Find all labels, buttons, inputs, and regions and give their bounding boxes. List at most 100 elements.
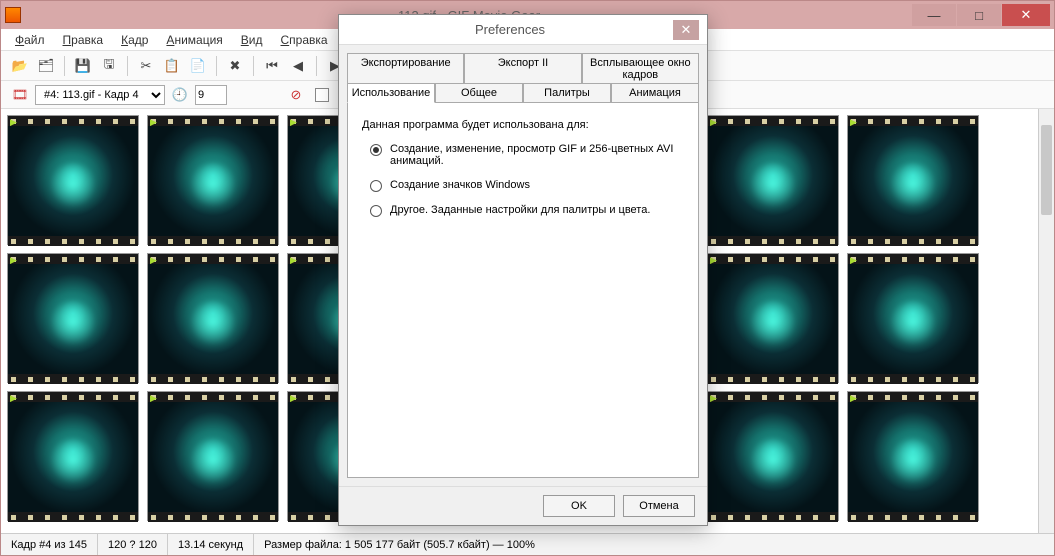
vertical-scrollbar[interactable] (1038, 109, 1054, 533)
menu-animation[interactable]: Анимация (158, 31, 230, 49)
radio-other[interactable]: Другое. Заданные настройки для палитры и… (362, 204, 684, 217)
radio-gif-avi[interactable]: Создание, изменение, просмотр GIF и 256-… (362, 143, 684, 167)
status-filesize: Размер файла: 1 505 177 байт (505.7 кбай… (254, 534, 1054, 555)
cut-icon: ✂ (141, 58, 152, 74)
dialog-title: Preferences (347, 22, 673, 37)
save-button[interactable]: 💾 (72, 55, 94, 77)
close-button[interactable]: ✕ (1002, 4, 1050, 26)
thumb-image (708, 402, 838, 512)
frame-thumb[interactable]: ▶ (7, 115, 139, 245)
thumb-image (8, 402, 138, 512)
thumb-image (148, 264, 278, 374)
separator (64, 56, 65, 76)
dialog-titlebar[interactable]: Preferences ✕ (339, 15, 707, 45)
tab-panel-usage: Данная программа будет использована для:… (347, 102, 699, 478)
thumb-image (148, 402, 278, 512)
separator (253, 56, 254, 76)
tab-export[interactable]: Экспортирование (347, 53, 464, 84)
delete-icon: ✖ (230, 58, 241, 74)
frame-thumb[interactable]: ▶ (847, 253, 979, 383)
thumb-image (848, 402, 978, 512)
cancel-button[interactable]: Отмена (623, 495, 695, 517)
dialog-buttons: OK Отмена (339, 486, 707, 525)
thumb-image (8, 126, 138, 236)
status-frame: Кадр #4 из 145 (1, 534, 98, 555)
maximize-button[interactable]: □ (957, 4, 1001, 26)
radio-icons[interactable]: Создание значков Windows (362, 179, 684, 192)
frame-thumb[interactable]: ▶ (707, 253, 839, 383)
frame-thumb[interactable]: ▶ (707, 115, 839, 245)
tab-popup[interactable]: Всплывающее окно кадров (582, 53, 699, 84)
radio-icon (370, 144, 382, 156)
saveas-icon: 🖫 (103, 55, 114, 77)
tab-general[interactable]: Общее (435, 83, 523, 103)
radio-icon (370, 180, 382, 192)
separator (216, 56, 217, 76)
thumb-image (708, 264, 838, 374)
rewind-icon: ⏮ (266, 58, 278, 74)
frame-thumb[interactable]: ▶ (847, 391, 979, 521)
frame-thumb[interactable]: ▶ (707, 391, 839, 521)
radio-label: Другое. Заданные настройки для палитры и… (390, 204, 650, 216)
copy-icon: 📋 (164, 58, 180, 74)
clock-button[interactable]: 🕘 (169, 84, 191, 106)
tab-export2[interactable]: Экспорт II (464, 53, 581, 84)
frame-selector[interactable]: #4: 113.gif - Кадр 4 (35, 85, 165, 105)
saveas-button[interactable]: 🖫 (98, 55, 120, 77)
paste-icon: 📄 (190, 58, 206, 74)
status-duration: 13.14 секунд (168, 534, 254, 555)
thumb-image (8, 264, 138, 374)
thumb-image (848, 264, 978, 374)
paste-button[interactable]: 📄 (187, 55, 209, 77)
usage-intro: Данная программа будет использована для: (362, 119, 684, 131)
scrollbar-thumb[interactable] (1041, 125, 1052, 215)
delay-input[interactable] (195, 85, 227, 105)
statusbar: Кадр #4 из 145 120 ? 120 13.14 секунд Ра… (1, 533, 1054, 555)
prev-button[interactable]: ◀ (287, 55, 309, 77)
status-dims: 120 ? 120 (98, 534, 168, 555)
delete-button[interactable]: ✖ (224, 55, 246, 77)
clock-icon: 🕘 (172, 87, 188, 103)
dialog-close-button[interactable]: ✕ (673, 20, 699, 40)
menu-file[interactable]: Файл (7, 31, 53, 49)
ok-button[interactable]: OK (543, 495, 615, 517)
trans-button[interactable]: ⊘ (285, 84, 307, 106)
open-icon: 📂 (12, 58, 28, 74)
film-icon: 🎞 (12, 87, 29, 103)
prev-icon: ◀ (293, 58, 303, 74)
frame-thumb[interactable]: ▶ (7, 253, 139, 383)
color-swatch-icon (315, 88, 329, 102)
dialog-tabs: Экспортирование Экспорт II Всплывающее о… (339, 45, 707, 102)
color-button[interactable] (311, 84, 333, 106)
rewind-button[interactable]: ⏮ (261, 55, 283, 77)
insert-button[interactable]: 🗂 (35, 55, 57, 77)
menu-frame[interactable]: Кадр (113, 31, 156, 49)
frame-icon-button[interactable]: 🎞 (9, 84, 31, 106)
thumb-image (848, 126, 978, 236)
frame-thumb[interactable]: ▶ (847, 115, 979, 245)
tab-animation[interactable]: Анимация (611, 83, 699, 103)
cut-button[interactable]: ✂ (135, 55, 157, 77)
radio-label: Создание, изменение, просмотр GIF и 256-… (390, 143, 684, 167)
radio-icon (370, 205, 382, 217)
separator (316, 56, 317, 76)
separator (127, 56, 128, 76)
menu-help[interactable]: Справка (273, 31, 336, 49)
menu-edit[interactable]: Правка (55, 31, 112, 49)
minimize-button[interactable]: — (912, 4, 956, 26)
menu-view[interactable]: Вид (233, 31, 271, 49)
tab-palettes[interactable]: Палитры (523, 83, 611, 103)
frame-thumb[interactable]: ▶ (7, 391, 139, 521)
copy-button[interactable]: 📋 (161, 55, 183, 77)
frame-thumb[interactable]: ▶ (147, 391, 279, 521)
frame-thumb[interactable]: ▶ (147, 253, 279, 383)
radio-label: Создание значков Windows (390, 179, 530, 191)
save-icon: 💾 (75, 58, 91, 74)
frame-thumb[interactable]: ▶ (147, 115, 279, 245)
thumb-image (708, 126, 838, 236)
open-button[interactable]: 📂 (9, 55, 31, 77)
thumb-image (148, 126, 278, 236)
preferences-dialog: Preferences ✕ Экспортирование Экспорт II… (338, 14, 708, 526)
tab-usage[interactable]: Использование (347, 83, 435, 103)
insert-icon: 🗂 (38, 58, 55, 74)
